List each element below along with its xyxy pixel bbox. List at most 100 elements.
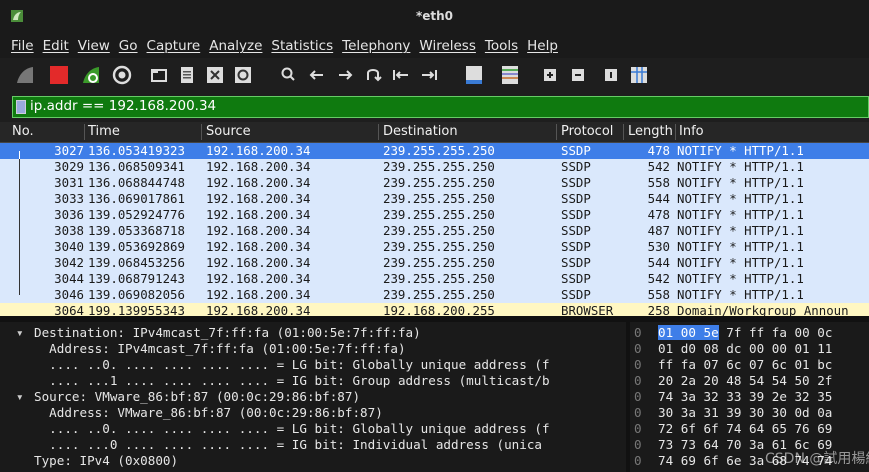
restart-capture-button[interactable] [80, 64, 102, 86]
gear-icon [112, 65, 132, 85]
menu-edit[interactable]: Edit [43, 38, 69, 54]
reload-file-button[interactable] [232, 64, 254, 86]
normal-size-button[interactable] [600, 64, 622, 86]
hex-offset: 0 [634, 357, 642, 372]
packet-no: 3036 [54, 207, 84, 222]
packet-row[interactable]: 3036 139.052924776 192.168.200.34 239.255.2… [0, 207, 869, 223]
capture-options-button[interactable] [111, 64, 133, 86]
column-separator[interactable] [556, 124, 557, 140]
bookmark-icon[interactable] [16, 100, 26, 114]
packet-row[interactable]: 3044 139.068791243 192.168.200.34 239.255.2… [0, 271, 869, 287]
column-header-destination[interactable]: Destination [383, 124, 458, 139]
menu-go[interactable]: Go [119, 38, 138, 54]
hex-offset: 0 [634, 405, 642, 420]
packet-destination: 239.255.255.250 [383, 159, 495, 174]
detail-line[interactable]: Address: IPv4mcast_7f:ff:fa (01:00:5e:7f… [34, 341, 406, 357]
start-capture-button[interactable] [14, 64, 36, 86]
detail-line[interactable]: Type: IPv4 (0x0800) [34, 453, 178, 469]
reload-icon [235, 67, 251, 83]
detail-line[interactable]: .... ...1 .... .... .... .... = IG bit: … [34, 373, 549, 389]
menu-telephony[interactable]: Telephony [342, 38, 410, 54]
display-filter-bar[interactable]: ip.addr == 192.168.200.34 [12, 96, 869, 118]
packet-source: 192.168.200.34 [206, 143, 311, 158]
hex-bytes: ff fa 07 6c 07 6c 01 bc [658, 357, 832, 373]
detail-line[interactable]: .... ..0. .... .... .... .... = LG bit: … [34, 421, 549, 437]
hex-line[interactable]: 0 ff fa 07 6c 07 6c 01 bc [630, 357, 869, 373]
packet-no: 3044 [54, 271, 84, 286]
hex-line[interactable]: 0 30 3a 31 39 30 30 0d 0a [630, 405, 869, 421]
column-header-time[interactable]: Time [88, 124, 120, 139]
packet-source: 192.168.200.34 [206, 239, 311, 254]
autoscroll-button[interactable] [463, 64, 485, 86]
hex-line[interactable]: 0 01 00 5e 7f ff fa 00 0c [630, 325, 869, 341]
packet-row[interactable]: 3046 139.069082056 192.168.200.34 239.255.2… [0, 287, 869, 303]
detail-line[interactable]: ▾ Destination: IPv4mcast_7f:ff:fa (01:00:… [16, 325, 421, 341]
packet-row[interactable]: 3029 136.068509341 192.168.200.34 239.255.2… [0, 159, 869, 175]
column-header-protocol[interactable]: Protocol [561, 124, 613, 139]
packet-row[interactable]: 3040 139.053692869 192.168.200.34 239.255.2… [0, 239, 869, 255]
column-separator[interactable] [675, 124, 676, 140]
packet-row[interactable]: 3033 136.069017861 192.168.200.34 239.255.2… [0, 191, 869, 207]
packet-row[interactable]: 3027 136.053419323 192.168.200.34 239.255.2… [0, 143, 869, 159]
go-to-packet-button[interactable] [362, 64, 384, 86]
column-header-source[interactable]: Source [206, 124, 251, 139]
go-forward-button[interactable] [334, 64, 356, 86]
stop-capture-button[interactable] [48, 64, 70, 86]
hex-line[interactable]: 0 01 d0 08 dc 00 00 01 11 [630, 341, 869, 357]
packet-destination: 239.255.255.250 [383, 255, 495, 270]
save-file-button[interactable] [176, 64, 198, 86]
menu-statistics[interactable]: Statistics [271, 38, 333, 54]
detail-line[interactable]: .... ..0. .... .... .... .... = LG bit: … [34, 357, 549, 373]
packet-row[interactable]: 3031 136.068844748 192.168.200.34 239.255.2… [0, 175, 869, 191]
menu-wireless[interactable]: Wireless [419, 38, 476, 54]
column-separator[interactable] [623, 124, 624, 140]
packet-length: 542 [647, 271, 670, 286]
detail-line[interactable]: ▾ Source: VMware_86:bf:87 (00:0c:29:86:bf… [16, 389, 360, 405]
packet-row[interactable]: 3038 139.053368718 192.168.200.34 239.255.2… [0, 223, 869, 239]
zoom-out-icon [572, 69, 584, 81]
go-back-button[interactable] [306, 64, 328, 86]
column-separator[interactable] [378, 124, 379, 140]
colorize-button[interactable] [499, 64, 521, 86]
packet-protocol: SSDP [561, 175, 591, 190]
packet-time: 139.068791243 [88, 271, 185, 286]
hex-line[interactable]: 0 72 6f 6f 74 64 65 76 69 [630, 421, 869, 437]
detail-text: Address: IPv4mcast_7f:ff:fa (01:00:5e:7f… [34, 341, 406, 356]
hex-bytes-rest: ff fa 07 6c 07 6c 01 bc [658, 357, 833, 372]
column-header-no[interactable]: No. [12, 124, 34, 139]
expand-arrow-icon[interactable]: ▾ [16, 389, 30, 405]
folder-icon [151, 69, 167, 82]
menu-file[interactable]: File [11, 38, 34, 54]
packet-list: No. Time Source Destination Protocol Len… [0, 122, 869, 319]
column-header-info[interactable]: Info [679, 124, 704, 139]
packet-protocol: SSDP [561, 207, 591, 222]
hex-bytes-rest: 7f ff fa 00 0c [718, 325, 833, 340]
packet-protocol: SSDP [561, 255, 591, 270]
column-separator[interactable] [84, 124, 85, 140]
display-filter-input[interactable]: ip.addr == 192.168.200.34 [30, 98, 216, 114]
close-file-button[interactable] [204, 64, 226, 86]
menu-analyze[interactable]: Analyze [209, 38, 262, 54]
hex-line[interactable]: 0 74 3a 32 33 39 2e 32 35 [630, 389, 869, 405]
menu-tools[interactable]: Tools [485, 38, 518, 54]
column-separator[interactable] [201, 124, 202, 140]
packet-row[interactable]: 3042 139.068453256 192.168.200.34 239.255.2… [0, 255, 869, 271]
last-packet-button[interactable] [418, 64, 440, 86]
detail-line[interactable]: Address: VMware_86:bf:87 (00:0c:29:86:bf… [34, 405, 383, 421]
hex-line[interactable]: 0 20 2a 20 48 54 54 50 2f [630, 373, 869, 389]
packet-destination: 239.255.255.250 [383, 287, 495, 302]
find-packet-button[interactable] [278, 64, 300, 86]
hex-offset: 0 [634, 453, 642, 468]
zoom-out-button[interactable] [567, 64, 589, 86]
restart-fin-icon [83, 67, 99, 83]
open-file-button[interactable] [148, 64, 170, 86]
zoom-in-button[interactable] [539, 64, 561, 86]
resize-columns-button[interactable] [628, 64, 650, 86]
expand-arrow-icon[interactable]: ▾ [16, 325, 30, 341]
column-header-length[interactable]: Length [628, 124, 673, 139]
menu-help[interactable]: Help [527, 38, 558, 54]
detail-line[interactable]: .... ...0 .... .... .... .... = IG bit: … [34, 437, 542, 453]
first-packet-button[interactable] [390, 64, 412, 86]
menu-view[interactable]: View [78, 38, 110, 54]
menu-capture[interactable]: Capture [147, 38, 201, 54]
